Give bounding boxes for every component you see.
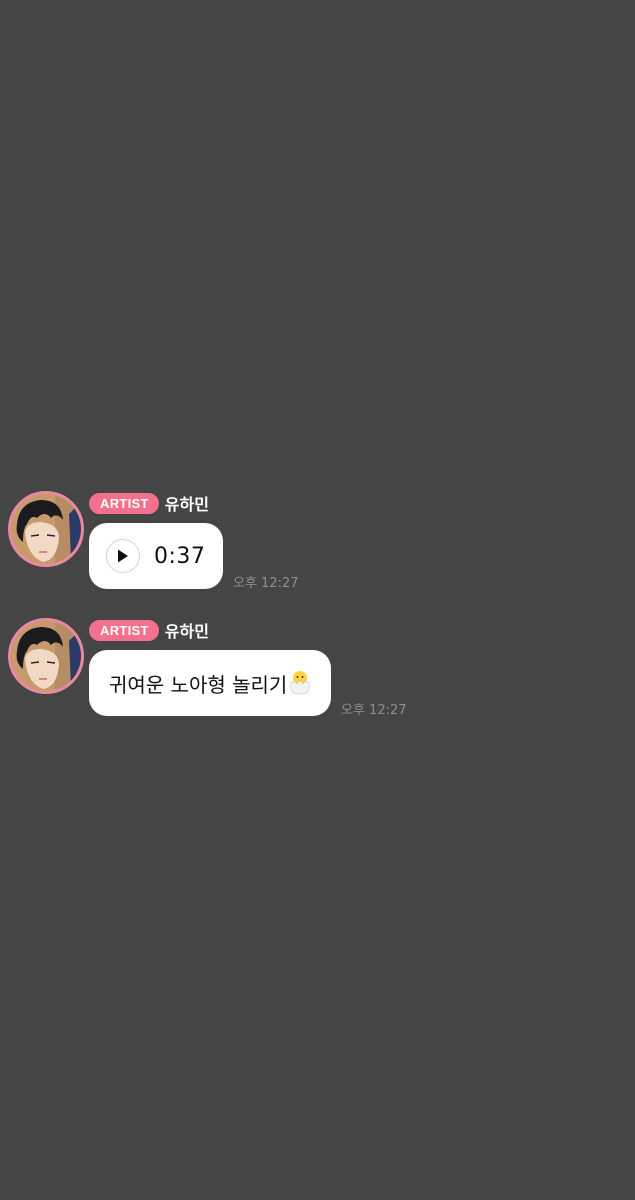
- voice-message-bubble[interactable]: 0:37: [89, 523, 223, 589]
- sender-avatar[interactable]: [8, 491, 84, 567]
- message-timestamp: 오후 12:27: [233, 576, 299, 591]
- hatching-chick-icon: [290, 671, 310, 695]
- play-button[interactable]: [106, 539, 140, 573]
- message-text: 귀여운 노아형 놀리기: [109, 672, 288, 697]
- message-timestamp: 오후 12:27: [341, 703, 407, 718]
- sender-name: 유하민: [164, 495, 209, 514]
- voice-duration: 0:37: [154, 543, 206, 569]
- artist-badge: ARTIST: [89, 619, 159, 641]
- sender-avatar[interactable]: [8, 618, 84, 694]
- play-icon: [118, 549, 128, 563]
- message-header: ARTIST 유하민: [89, 492, 209, 514]
- message-header: ARTIST 유하민: [89, 619, 209, 641]
- artist-badge: ARTIST: [89, 492, 159, 514]
- text-message-bubble[interactable]: 귀여운 노아형 놀리기: [89, 650, 331, 716]
- sender-name: 유하민: [164, 622, 209, 641]
